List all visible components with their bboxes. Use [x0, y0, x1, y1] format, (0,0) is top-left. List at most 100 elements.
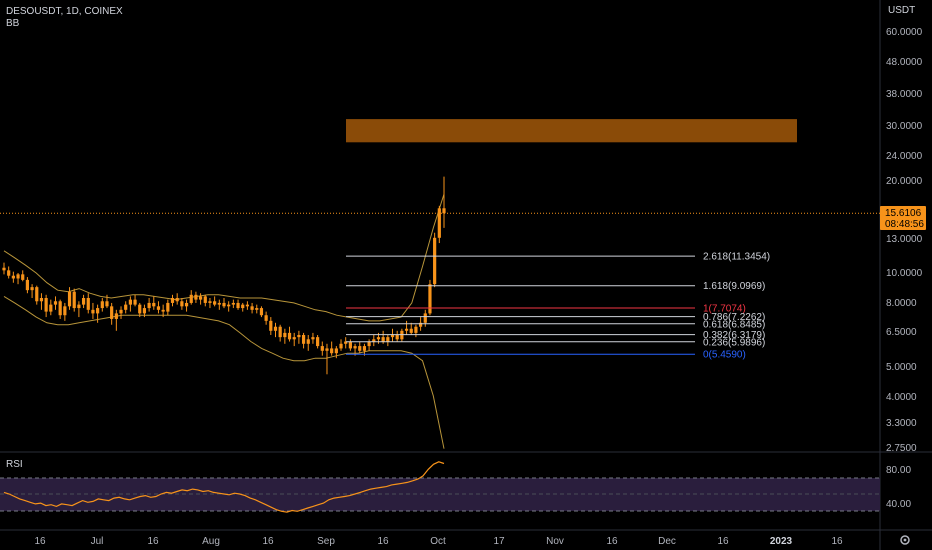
candle-body: [227, 304, 231, 307]
candle-body: [320, 346, 324, 351]
candle-body: [170, 297, 175, 303]
candle-body: [414, 326, 418, 333]
candle-body: [250, 306, 254, 310]
candle-body: [25, 279, 30, 291]
candle-body: [283, 332, 287, 338]
candle-body: [35, 287, 39, 302]
time-tick-year: 2023: [770, 536, 793, 547]
candle-body: [269, 320, 273, 331]
candle-body: [358, 346, 362, 351]
candle-body: [339, 343, 343, 349]
candle-body: [63, 306, 67, 316]
candle-body: [273, 326, 278, 331]
candle-body: [138, 304, 142, 314]
candle-body: [58, 301, 62, 316]
candle-body: [433, 237, 437, 285]
time-tick: Sep: [317, 536, 335, 547]
time-tick: 16: [262, 536, 274, 547]
candle-body: [77, 304, 81, 309]
candle-body: [311, 337, 315, 340]
fib-level-label: 2.618(11.3454): [703, 252, 770, 263]
rsi-tick: 40.00: [886, 499, 911, 510]
time-tick: 16: [831, 536, 843, 547]
rsi-indicator-label[interactable]: RSI: [6, 459, 23, 470]
candle-body: [152, 302, 156, 307]
price-tick: 48.0000: [886, 57, 923, 68]
candle-body: [222, 302, 226, 307]
candle-body: [409, 328, 413, 333]
candle-body: [386, 337, 390, 342]
symbol-title[interactable]: DESOUSDT, 1D, COINEX: [6, 6, 123, 18]
candle-body: [147, 302, 151, 309]
price-tick: 3.3000: [886, 418, 917, 429]
candle-body: [259, 308, 264, 316]
candle-body: [91, 309, 95, 314]
time-tick: Nov: [546, 536, 564, 547]
candle-body: [81, 297, 86, 305]
candle-body: [124, 304, 128, 310]
price-tick: 30.0000: [886, 121, 923, 132]
candle-body: [241, 304, 245, 309]
candle-body: [292, 337, 296, 340]
candle-body: [213, 301, 217, 305]
candle-body: [442, 208, 446, 214]
chart-canvas[interactable]: 2.618(11.3454)1.618(9.0969)1(7.7074)0.78…: [0, 0, 932, 550]
time-tick: 16: [147, 536, 159, 547]
price-tick: 24.0000: [886, 151, 923, 162]
indicator-label-bb[interactable]: BB: [6, 18, 123, 30]
time-tick: 16: [377, 536, 389, 547]
candle-body: [119, 309, 123, 314]
candle-body: [96, 308, 100, 314]
candle-body: [245, 304, 250, 307]
fib-level-label: 0.236(5.9896): [703, 337, 765, 348]
candle-body: [376, 337, 381, 340]
price-tick: 60.0000: [886, 27, 923, 38]
candle-body: [11, 275, 15, 279]
bar-countdown: 08:48:56: [885, 219, 924, 230]
candle-body: [306, 339, 310, 344]
candle-body: [175, 297, 179, 302]
candle-body: [278, 326, 282, 338]
price-tick: 5.0000: [886, 362, 917, 373]
candle-body: [231, 302, 235, 305]
candle-body: [264, 315, 268, 321]
fib-level-label: 0(5.4590): [703, 350, 746, 361]
candle-body: [156, 306, 161, 310]
fib-level-label: 0.618(6.8485): [703, 319, 765, 330]
candle-body: [325, 348, 329, 351]
candle-body: [334, 348, 338, 354]
candle-body: [105, 301, 109, 307]
time-tick: Dec: [658, 536, 676, 547]
time-tick: Aug: [202, 536, 220, 547]
candle-body: [362, 346, 367, 351]
candle-body: [428, 284, 432, 314]
candle-body: [423, 313, 427, 323]
candle-body: [287, 332, 292, 340]
time-tick: Jul: [91, 536, 104, 547]
time-tick: 16: [606, 536, 618, 547]
candle-body: [297, 334, 301, 338]
candle-body: [2, 267, 6, 271]
rsi-band-fill: [0, 478, 880, 511]
candle-body: [189, 294, 193, 303]
candle-body: [301, 334, 306, 344]
candle-body: [114, 313, 118, 319]
candle-body: [217, 302, 221, 305]
candle-body: [316, 337, 320, 347]
time-tick: 17: [493, 536, 505, 547]
fib-level-label: 1.618(9.0969): [703, 281, 765, 292]
candle-body: [437, 208, 441, 238]
candle-body: [198, 296, 203, 300]
time-tick: 16: [717, 536, 729, 547]
supply-zone-rectangle[interactable]: [346, 119, 797, 143]
candle-body: [390, 334, 395, 338]
candle-body: [236, 302, 240, 309]
candle-body: [395, 334, 399, 340]
price-tick: 13.0000: [886, 234, 923, 245]
candle-body: [194, 294, 198, 300]
time-tick: Oct: [430, 536, 446, 547]
candle-body: [161, 309, 165, 312]
candle-body: [255, 308, 259, 310]
candle-body: [100, 301, 104, 309]
candle-body: [348, 341, 352, 349]
